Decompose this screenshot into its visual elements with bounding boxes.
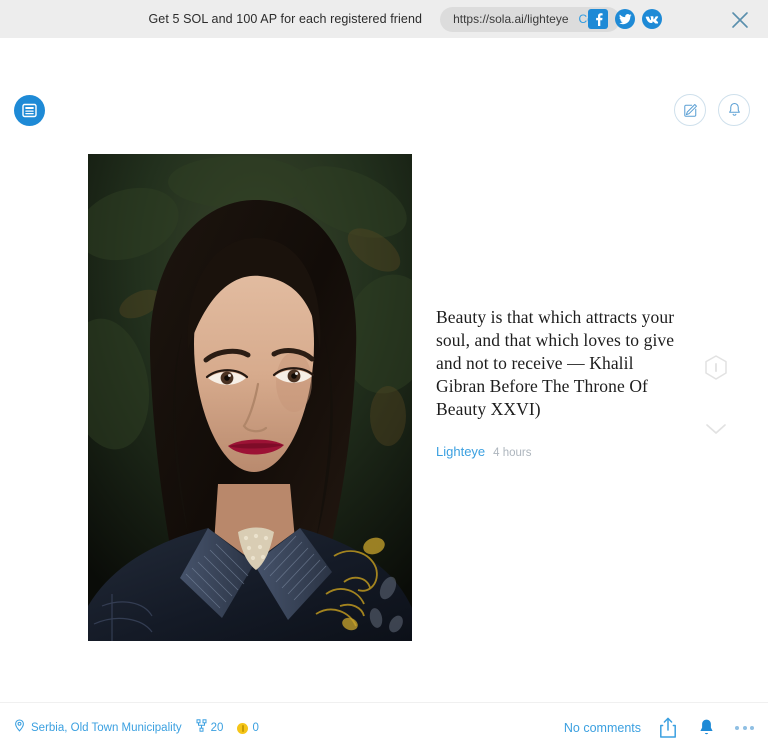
- bottom-action-bar: Serbia, Old Town Municipality 20 0 No co…: [0, 702, 768, 751]
- social-share-group: [588, 9, 662, 29]
- post-photo[interactable]: [88, 154, 412, 641]
- referral-message: Get 5 SOL and 100 AP for each registered…: [148, 12, 423, 26]
- twitter-share-icon[interactable]: [615, 9, 635, 29]
- info-hexagon-icon[interactable]: [703, 355, 729, 386]
- post-side-actions: [703, 354, 729, 434]
- post-timestamp: 4 hours: [493, 447, 532, 459]
- dot: [750, 726, 754, 730]
- post-text-column: Beauty is that which attracts your soul,…: [436, 306, 682, 459]
- share-network-icon: [196, 719, 207, 737]
- post-meta-group: Serbia, Old Town Municipality 20 0: [14, 719, 259, 737]
- post-location-label[interactable]: Serbia, Old Town Municipality: [31, 722, 182, 734]
- chevron-down-icon[interactable]: [704, 420, 728, 438]
- post-quote: Beauty is that which attracts your soul,…: [436, 307, 675, 419]
- app-root: Get 5 SOL and 100 AP for each registered…: [0, 0, 768, 751]
- vk-share-icon[interactable]: [642, 9, 662, 29]
- coin-count: 0: [252, 722, 259, 734]
- dot: [735, 726, 739, 730]
- comments-button[interactable]: No comments: [564, 721, 641, 735]
- more-dots-icon[interactable]: [733, 720, 756, 736]
- share-upload-icon[interactable]: [657, 716, 679, 740]
- bell-filled-icon[interactable]: [695, 716, 717, 740]
- post-author-link[interactable]: Lighteye: [436, 444, 485, 459]
- views-stat: 20: [196, 719, 224, 737]
- views-count: 20: [210, 722, 224, 734]
- close-icon[interactable]: [729, 9, 751, 31]
- referral-banner: Get 5 SOL and 100 AP for each registered…: [0, 0, 768, 38]
- top-navigation-bar: [0, 38, 768, 126]
- post-byline: Lighteye 4 hours: [436, 444, 682, 459]
- referral-url-text: https://sola.ai/lighteye: [453, 12, 569, 26]
- location-pin-icon: [14, 719, 25, 737]
- coin-icon: [237, 722, 249, 734]
- post-container: Beauty is that which attracts your soul,…: [0, 106, 768, 702]
- coin-stat: 0: [237, 722, 259, 734]
- bottom-actions-group: No comments: [564, 716, 756, 740]
- facebook-share-icon[interactable]: [588, 9, 608, 29]
- dot: [742, 726, 747, 730]
